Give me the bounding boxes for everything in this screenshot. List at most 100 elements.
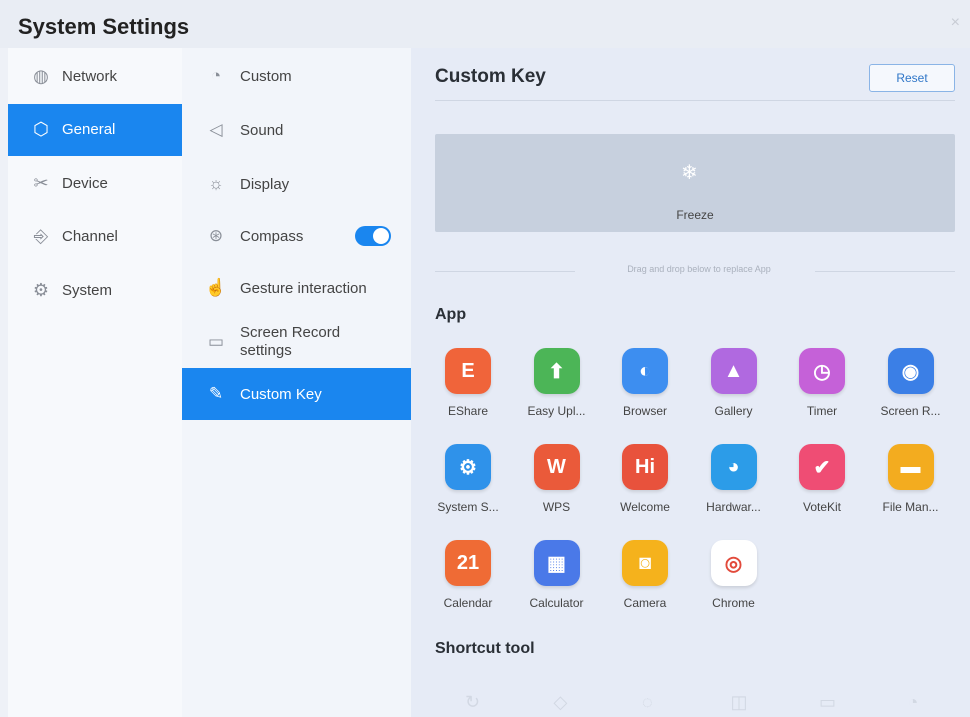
subnav-item-label: Custom bbox=[240, 67, 292, 85]
eshare-icon: E bbox=[445, 348, 491, 394]
subnav-item-gesture-interaction[interactable]: ☝ Gesture interaction bbox=[182, 262, 411, 314]
calculator-icon: ▦ bbox=[533, 540, 580, 586]
gear-icon: ⚙ bbox=[32, 279, 50, 300]
app-label: Gallery bbox=[714, 404, 753, 418]
shortcut-icon-1[interactable]: ↻ bbox=[465, 692, 480, 713]
app-tile[interactable]: ⚙ System S... bbox=[431, 444, 505, 530]
record-icon: ▭ bbox=[207, 332, 225, 351]
shortcut-section-title: Shortcut tool bbox=[435, 640, 535, 657]
drag-hint-row: Drag and drop below to replace App bbox=[435, 264, 955, 278]
title-bar: System Settings × bbox=[0, 0, 970, 48]
app-tile[interactable]: ⬆ Easy Upl... bbox=[520, 348, 594, 434]
app-label: Hardwar... bbox=[706, 500, 761, 514]
subnav-item-screen-record-settings[interactable]: ▭ Screen Record settings bbox=[182, 316, 411, 368]
hint-divider-right bbox=[815, 271, 955, 272]
app-tile[interactable]: 21 Calendar bbox=[431, 540, 505, 626]
reset-button[interactable]: Reset bbox=[869, 64, 955, 92]
app-label: Calculator bbox=[529, 596, 584, 610]
app-label: EShare bbox=[447, 404, 489, 418]
chrome-icon: ◎ bbox=[710, 540, 757, 586]
subnav-item-label: Sound bbox=[240, 121, 284, 139]
app-tile[interactable]: E EShare bbox=[431, 348, 505, 434]
app-tile[interactable]: ▦ Calculator bbox=[520, 540, 594, 626]
camera-icon: ◙ bbox=[622, 540, 668, 586]
subnav-item-display[interactable]: ☼ Display bbox=[182, 158, 411, 210]
browser-icon: ◐ bbox=[622, 348, 668, 394]
drag-hint-text: Drag and drop below to replace App bbox=[627, 264, 771, 274]
app-tile[interactable]: ◕ Hardwar... bbox=[697, 444, 771, 530]
palette-icon: ◔ bbox=[210, 66, 222, 85]
gallery-icon: ▲ bbox=[710, 348, 757, 394]
app-tile[interactable]: Hi Welcome bbox=[608, 444, 682, 530]
settings-icon: ⚙ bbox=[445, 444, 491, 490]
sidebar-item-channel[interactable]: ⎆ Channel bbox=[8, 211, 182, 263]
shortcut-icon-2[interactable]: ◇ bbox=[554, 692, 568, 713]
sidebar-item-network[interactable]: ◍ Network bbox=[8, 50, 182, 102]
sidebar-item-general[interactable]: ⬡ General bbox=[8, 103, 182, 156]
app-label: VoteKit bbox=[802, 500, 842, 514]
edit-icon: ✎ bbox=[208, 384, 224, 403]
sidebar-item-label: Channel bbox=[62, 228, 118, 245]
hand-icon: ☝ bbox=[205, 278, 227, 297]
app-tile[interactable]: W WPS bbox=[520, 444, 594, 530]
sidebar-item-system[interactable]: ⚙ System bbox=[8, 264, 182, 316]
welcome-icon: Hi bbox=[622, 444, 668, 490]
subnav-item-label: Compass bbox=[240, 227, 304, 245]
app-tile[interactable]: ▬ File Man... bbox=[874, 444, 948, 530]
freeze-label: Freeze bbox=[676, 208, 714, 222]
app-tile[interactable]: ◷ Timer bbox=[785, 348, 859, 434]
subnav-item-label: Custom Key bbox=[240, 385, 322, 403]
compass-toggle[interactable] bbox=[355, 226, 391, 246]
subnav-item-sound[interactable]: ◁ Sound bbox=[182, 104, 411, 156]
sidebar-item-device[interactable]: ✂ Device bbox=[8, 157, 182, 209]
settings-window: System Settings × ◍ Network ⬡ General ✂ Devic… bbox=[0, 0, 970, 717]
page-title: Custom Key bbox=[435, 66, 546, 87]
close-icon[interactable]: × bbox=[951, 14, 960, 32]
app-tile[interactable]: ◎ Chrome bbox=[697, 540, 771, 626]
app-label: System S... bbox=[437, 500, 499, 514]
app-tile[interactable]: ◉ Screen R... bbox=[874, 348, 948, 434]
subnav-item-label: Gesture interaction bbox=[240, 279, 367, 297]
cube-icon: ⬡ bbox=[33, 119, 49, 139]
votekit-icon: ✔ bbox=[799, 444, 845, 490]
freeze-key-slot[interactable]: ❄ Freeze bbox=[435, 134, 955, 232]
app-label: Chrome bbox=[712, 596, 755, 610]
scissors-icon: ✂ bbox=[33, 172, 49, 193]
app-label: Screen R... bbox=[880, 404, 941, 418]
app-label: Calendar bbox=[443, 596, 493, 610]
compass-icon: ⊛ bbox=[208, 226, 224, 245]
input-icon: ⎆ bbox=[33, 226, 49, 246]
timer-icon: ◷ bbox=[799, 348, 845, 394]
sidebar-item-label: System bbox=[62, 281, 113, 299]
shortcut-icon-3[interactable]: ◌ bbox=[642, 692, 653, 713]
screen-record-icon: ◉ bbox=[887, 348, 934, 394]
sidebar-item-label: Network bbox=[62, 67, 118, 85]
shortcut-icon-5[interactable]: ▭ bbox=[819, 692, 836, 713]
toggle-knob bbox=[373, 228, 389, 244]
app-label: Welcome bbox=[620, 500, 670, 514]
shortcut-icon-6[interactable]: ◔ bbox=[908, 692, 919, 713]
folder-icon: ▬ bbox=[887, 444, 934, 490]
subnav: ◔ Custom ◁ Sound ☼ Display ⊛ Compass ☝ Gesture in… bbox=[182, 48, 411, 717]
app-tile[interactable]: ▲ Gallery bbox=[697, 348, 771, 434]
sidebar-item-label: General bbox=[62, 121, 116, 138]
shortcut-icon-4[interactable]: ◫ bbox=[731, 692, 748, 713]
subnav-item-custom-key[interactable]: ✎ Custom Key bbox=[182, 368, 411, 420]
snowflake-icon: ❄ bbox=[681, 162, 698, 184]
divider bbox=[435, 100, 955, 101]
app-tile[interactable]: ◐ Browser bbox=[608, 348, 682, 434]
subnav-item-label: Screen Record settings bbox=[240, 324, 341, 359]
app-label: WPS bbox=[542, 500, 571, 514]
sidebar-item-label: Device bbox=[62, 174, 108, 192]
subnav-item-compass[interactable]: ⊛ Compass bbox=[182, 210, 411, 262]
app-tile[interactable]: ◙ Camera bbox=[608, 540, 682, 626]
calendar-icon: 21 bbox=[445, 540, 491, 586]
app-tile[interactable]: ✔ VoteKit bbox=[785, 444, 859, 530]
subnav-item-custom[interactable]: ◔ Custom bbox=[182, 50, 411, 102]
app-label: File Man... bbox=[882, 500, 939, 514]
app-label: Browser bbox=[622, 404, 667, 418]
window-title: System Settings bbox=[18, 14, 190, 39]
app-label: Timer bbox=[806, 404, 838, 418]
shortcut-row: ↻ ◇ ◌ ◫ ▭ ◔ bbox=[435, 688, 955, 716]
hardware-icon: ◕ bbox=[710, 444, 757, 490]
